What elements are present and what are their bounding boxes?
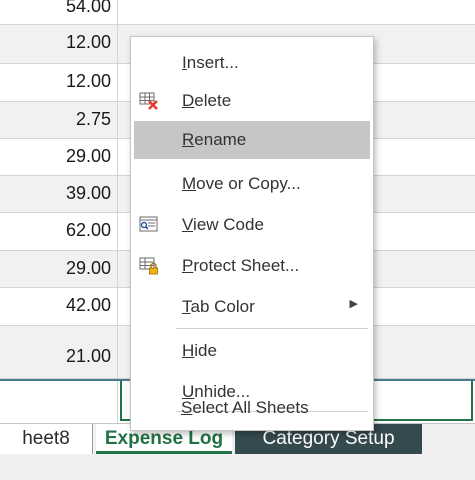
cell[interactable]: 12.00 <box>0 64 118 101</box>
menu-item-label: Delete <box>182 91 232 110</box>
menu-item-label: Protect Sheet... <box>182 256 300 275</box>
menu-item-rename[interactable]: Rename <box>134 121 370 159</box>
cell[interactable]: 62.00 <box>0 213 118 250</box>
delete-sheet-icon <box>139 92 159 110</box>
menu-item-protect-sheet[interactable]: Protect Sheet... <box>134 247 370 285</box>
cell[interactable]: 39.00 <box>0 176 118 212</box>
cell-value: 42.00 <box>65 295 111 315</box>
cell-value: 12.00 <box>65 32 111 52</box>
submenu-arrow-icon: ▶ <box>349 298 358 310</box>
cell-value: 62.00 <box>65 220 111 240</box>
menu-item-select-all-sheets[interactable]: Select All Sheets <box>133 389 369 427</box>
menu-item-label: Select All Sheets <box>181 398 309 417</box>
menu-item-insert[interactable]: Insert... <box>134 44 370 82</box>
protect-sheet-lock-icon <box>139 257 159 275</box>
menu-item-label: Move or Copy... <box>182 174 301 193</box>
cell[interactable]: 29.00 <box>0 251 118 287</box>
cell[interactable]: 29.00 <box>0 139 118 175</box>
cell[interactable]: 42.00 <box>0 288 118 325</box>
menu-item-label: Hide <box>182 341 217 360</box>
cell[interactable] <box>0 381 118 423</box>
view-code-icon <box>139 216 159 234</box>
menu-item-hide[interactable]: Hide <box>134 332 370 370</box>
cell-value: 39.00 <box>65 183 111 203</box>
menu-item-move-or-copy[interactable]: Move or Copy... <box>134 165 370 203</box>
menu-item-view-code[interactable]: View Code <box>134 206 370 244</box>
cell-value: 54.00 <box>65 0 111 16</box>
menu-separator <box>176 328 368 329</box>
menu-item-delete[interactable]: Delete <box>134 82 370 120</box>
cell-value: 2.75 <box>75 109 111 129</box>
menu-item-label: Tab Color <box>182 297 255 316</box>
cell-value: 29.00 <box>65 258 111 278</box>
cell[interactable]: 2.75 <box>0 102 118 138</box>
table-row[interactable]: 54.00 <box>0 0 475 25</box>
cell-value: 29.00 <box>65 146 111 166</box>
cell[interactable]: 21.00 <box>0 326 118 378</box>
cell[interactable]: 54.00 <box>0 0 118 24</box>
cell-value: 12.00 <box>65 71 111 91</box>
menu-item-label: Insert... <box>182 53 239 72</box>
sheet-tab-bar: heet8 Expense Log Category Setup <box>0 423 475 480</box>
menu-item-label: Rename <box>182 130 247 149</box>
sheet-context-menu: Insert... Delete Rename Move or Copy... <box>130 36 374 431</box>
cell[interactable]: 12.00 <box>0 25 118 63</box>
cell-value: 21.00 <box>65 346 111 366</box>
tab-sheet8[interactable]: heet8 <box>0 424 93 454</box>
menu-item-label: View Code <box>182 215 264 234</box>
menu-item-tab-color[interactable]: Tab Color ▶ <box>134 288 370 326</box>
